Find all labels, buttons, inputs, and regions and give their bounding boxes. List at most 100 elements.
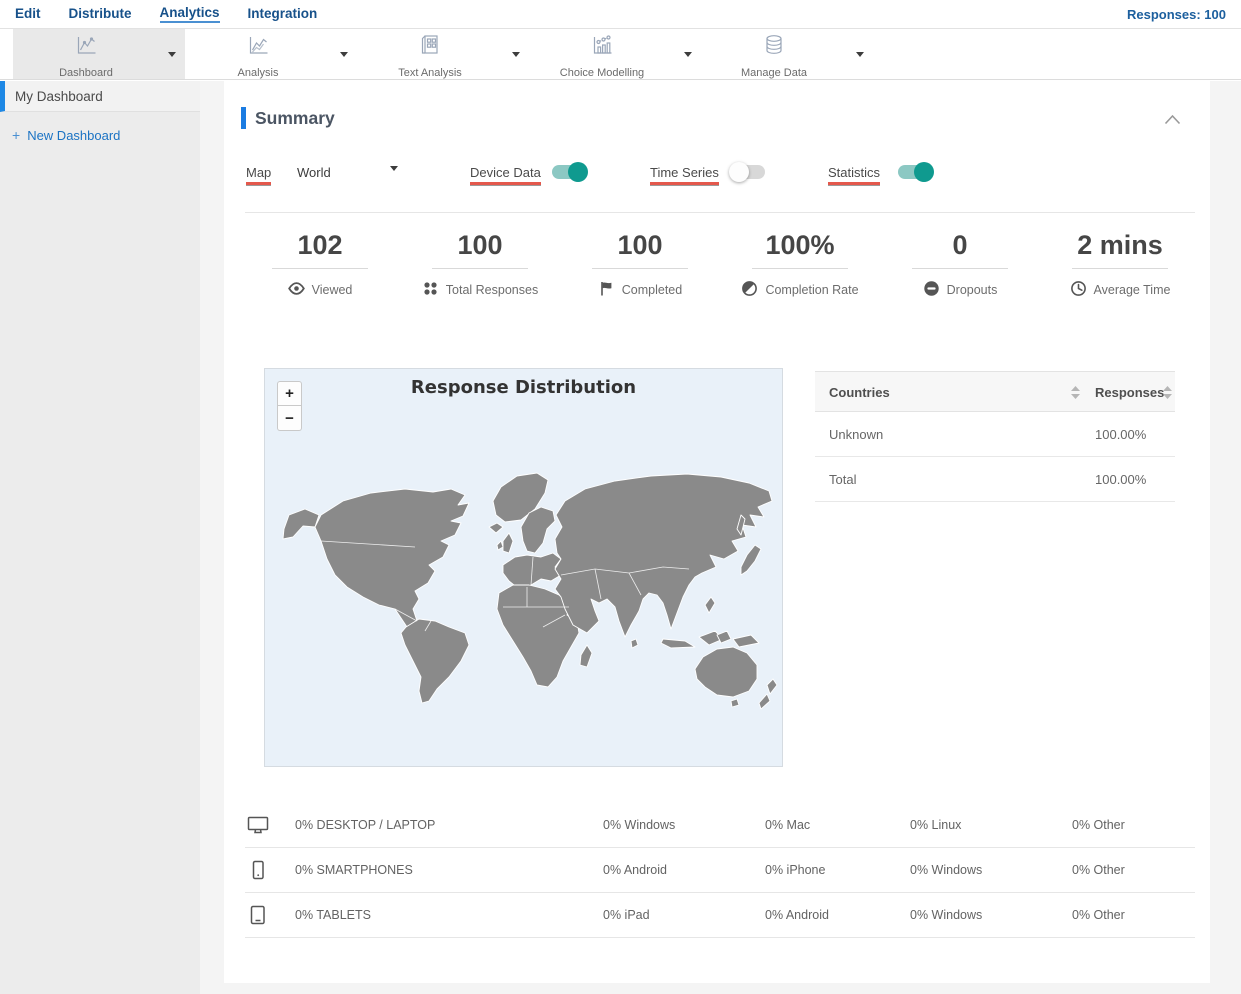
toolbar-manage-data[interactable]: Manage Data [701,29,873,79]
map-alaska [282,508,320,540]
device-name: 0% DESKTOP / LAPTOP [295,818,436,832]
summary-panel: Summary Map World Device Data Time Serie… [224,81,1210,983]
device-data-toggle[interactable] [552,162,588,182]
chevron-down-icon[interactable] [390,166,398,189]
map-madagascar [579,644,593,668]
sort-icon[interactable] [1163,386,1172,402]
device-stat: 0% Windows [603,818,676,832]
new-dashboard-button[interactable]: + New Dashboard [12,127,200,143]
responses-count[interactable]: Responses: 100 [1127,7,1226,22]
nav-distribute[interactable]: Distribute [69,6,132,22]
map-sulawesi [716,630,732,644]
countries-table-header: Countries Responses [815,371,1175,412]
dots-icon [422,280,439,300]
sidebar-item-my-dashboard[interactable]: My Dashboard [0,81,200,112]
database-icon [761,32,787,63]
table-row: Unknown 100.00% [815,412,1175,457]
nav-integration[interactable]: Integration [248,6,318,22]
dashboard-sidebar: My Dashboard + New Dashboard [0,81,200,994]
analytics-toolbar: Dashboard Analysis Text Analysis Choice … [0,29,1241,80]
average-time-value: 2 mins [1077,230,1163,260]
device-stat: 0% iPad [603,908,650,922]
map-sri-lanka [630,638,639,649]
half-circle-icon [741,280,758,300]
stat-total-responses: 100 Total Responses [400,227,560,302]
stat-completed: 100 Completed [560,227,720,302]
completion-rate-label: Completion Rate [765,283,859,297]
toolbar-choice-modelling[interactable]: Choice Modelling [529,29,701,79]
chevron-down-icon[interactable] [331,51,357,57]
chevron-down-icon[interactable] [847,51,873,57]
time-series-toggle[interactable] [729,162,765,182]
multi-line-chart-icon [245,32,271,63]
completed-label: Completed [621,283,683,297]
nav-analytics[interactable]: Analytics [159,5,220,23]
map-new-guinea [732,634,760,648]
toolbar-analysis[interactable]: Analysis [185,29,357,79]
map-region-select[interactable]: World [297,165,331,180]
device-name: 0% TABLETS [295,908,371,922]
smartphone-icon [250,860,266,883]
world-map[interactable]: Response Distribution + − [264,368,783,767]
statistics-toggle[interactable] [898,162,934,182]
chevron-down-icon[interactable] [675,51,701,57]
top-nav: Edit Distribute Analytics Integration Re… [0,0,1241,29]
toolbar-text-analysis-label: Text Analysis [398,66,462,79]
minus-circle-icon [923,280,940,300]
device-stat: 0% Other [1072,908,1125,922]
device-data-label: Device Data [470,165,541,185]
countries-table: Countries Responses Unknown 100.00% Tota… [815,371,1175,502]
map-tasmania [730,698,740,708]
map-japan [740,544,762,576]
dropouts-label: Dropouts [946,283,998,297]
viewed-value: 102 [297,230,343,260]
map-iceland [488,522,504,534]
stat-completion-rate: 100% Completion Rate [720,227,880,302]
clock-icon [1070,280,1087,300]
completed-value: 100 [617,230,663,260]
map-uk [502,532,514,554]
controls-divider [245,212,1195,213]
device-stat: 0% iPhone [765,863,826,877]
device-stat: 0% Android [603,863,667,877]
document-grid-icon [417,32,443,63]
map-south-america [400,618,470,704]
device-stat: 0% Linux [910,818,962,832]
map-label: Map [246,165,272,185]
device-table: 0% DESKTOP / LAPTOP 0% Windows 0% Mac 0%… [245,803,1195,938]
time-series-label: Time Series [650,165,719,185]
device-stat: 0% Android [765,908,829,922]
country-name: Total [829,472,857,487]
chevron-down-icon[interactable] [503,51,529,57]
total-responses-value: 100 [457,230,503,260]
sort-icon[interactable] [1071,386,1080,402]
device-stat: 0% Other [1072,863,1125,877]
tablet-icon [249,905,267,928]
map-north-america [314,488,470,642]
nav-edit[interactable]: Edit [15,6,41,22]
statistics-label: Statistics [828,165,881,185]
toolbar-manage-data-label: Manage Data [740,66,808,79]
map-zoom-in-button[interactable]: + [277,381,302,406]
line-chart-icon [73,32,99,63]
toolbar-text-analysis[interactable]: Text Analysis [357,29,529,79]
flag-icon [598,280,615,300]
scatter-bar-chart-icon [589,32,615,63]
chevron-down-icon[interactable] [159,51,185,57]
collapse-chevron-up-icon[interactable] [1164,112,1181,130]
responses-column-header[interactable]: Responses [1095,385,1164,400]
desktop-icon [247,815,269,838]
map-zoom-out-button[interactable]: − [277,406,302,431]
table-row-smartphones: 0% SMARTPHONES 0% Android 0% iPhone 0% W… [245,848,1195,893]
country-responses: 100.00% [1095,472,1147,487]
summary-accent-bar [241,107,246,129]
world-map-svg [282,472,778,710]
toolbar-dashboard[interactable]: Dashboard [13,29,185,79]
countries-column-header[interactable]: Countries [829,385,890,400]
map-new-zealand-south [758,693,771,710]
new-dashboard-label: New Dashboard [27,127,121,143]
device-stat: 0% Other [1072,818,1125,832]
device-stat: 0% Mac [765,818,811,832]
toolbar-choice-modelling-label: Choice Modelling [559,66,645,79]
toolbar-analysis-label: Analysis [237,66,279,79]
